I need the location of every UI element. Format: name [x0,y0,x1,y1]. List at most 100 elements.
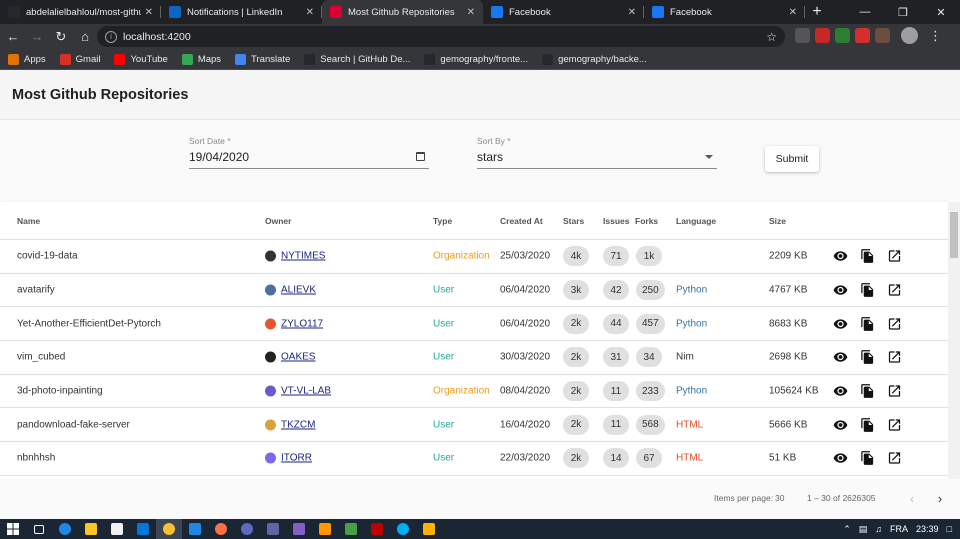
copy-icon[interactable] [859,349,876,366]
owner-link[interactable]: VT-VL-LAB [281,386,331,397]
bookmark-item[interactable]: YouTube [114,53,168,65]
tray-chevron-icon[interactable]: ⌃ [843,524,851,535]
open-external-icon[interactable] [886,450,903,467]
minimize-icon[interactable]: — [846,0,884,24]
open-external-icon[interactable] [886,349,903,366]
forward-icon[interactable]: → [26,26,48,48]
close-window-icon[interactable]: ✕ [922,0,960,24]
column-header-stars[interactable]: Stars [563,216,584,226]
open-external-icon[interactable] [886,383,903,400]
store-icon[interactable] [104,519,130,539]
extension-icon[interactable] [815,28,830,43]
new-tab-button[interactable]: + [805,0,829,24]
column-header-language[interactable]: Language [676,216,716,226]
view-icon[interactable] [832,315,849,332]
sort-date-input[interactable]: 19/04/2020 [189,150,429,164]
volume-icon[interactable]: ♫ [875,524,882,534]
back-icon[interactable]: ← [2,26,24,48]
extension-icon[interactable] [875,28,890,43]
bookmark-item[interactable]: Translate [235,53,290,65]
sort-date-field[interactable]: Sort Date * 19/04/2020 [189,136,429,169]
open-external-icon[interactable] [886,282,903,299]
copy-icon[interactable] [859,315,876,332]
sort-by-select[interactable]: Sort By * stars [477,136,717,169]
app-icon[interactable] [416,519,442,539]
open-external-icon[interactable] [886,315,903,332]
browser-tab[interactable]: Notifications | LinkedIn ✕ [161,0,322,24]
close-tab-icon[interactable]: ✕ [467,7,475,18]
open-external-icon[interactable] [886,416,903,433]
table-row[interactable]: avatarify ALIEVK User 06/04/2020 3k 42 250 Pyth… [0,274,948,308]
items-per-page-select[interactable]: 30 [775,493,784,503]
column-header-forks[interactable]: Forks [635,216,658,226]
bookmark-item[interactable]: Maps [181,53,221,65]
restore-icon[interactable]: ❐ [884,0,922,24]
browser-tab[interactable]: Facebook ✕ [483,0,644,24]
extension-icon[interactable] [855,28,870,43]
table-row[interactable]: covid-19-data NYTIMES Organization 25/03/20… [0,240,948,274]
repo-owner[interactable]: TKZCM [265,419,315,431]
repo-owner[interactable]: ZYLO117 [265,318,323,330]
repo-owner[interactable]: OAKES [265,351,315,363]
scrollbar-thumb[interactable] [950,212,958,258]
submit-button[interactable]: Submit [765,146,819,172]
repo-owner[interactable]: NYTIMES [265,250,325,262]
column-header-name[interactable]: Name [17,216,40,226]
profile-avatar[interactable] [901,27,918,44]
copy-icon[interactable] [859,416,876,433]
browser-tab[interactable]: abdelalielbahloul/most-githu ✕ [0,0,161,24]
bookmark-item[interactable]: Apps [8,53,46,65]
input-language[interactable]: FRA [890,524,908,534]
browser-tab[interactable]: Facebook ✕ [644,0,805,24]
copy-icon[interactable] [859,450,876,467]
home-icon[interactable]: ⌂ [74,26,96,48]
chrome-icon[interactable] [156,519,182,539]
windows-start-icon[interactable] [0,519,26,539]
bookmark-item[interactable]: Gmail [59,53,100,65]
view-icon[interactable] [832,383,849,400]
notifications-icon[interactable]: □ [947,524,952,534]
owner-link[interactable]: ALIEVK [281,285,316,296]
owner-link[interactable]: TKZCM [281,419,315,430]
view-icon[interactable] [832,248,849,265]
close-tab-icon[interactable]: ✕ [628,7,636,18]
column-header-size[interactable]: Size [769,216,786,226]
table-scrollbar[interactable] [948,202,960,479]
sort-by-value[interactable]: stars [477,150,717,164]
task-view-icon[interactable] [26,519,52,539]
chevron-down-icon[interactable] [705,155,713,159]
address-url[interactable]: localhost:4200 [123,31,766,43]
column-header-type[interactable]: Type [433,216,452,226]
browser-tab[interactable]: Most Github Repositories ✕ [322,0,483,24]
bookmark-item[interactable]: gemography/backe... [542,53,647,65]
bookmark-star-icon[interactable]: ☆ [766,30,777,44]
network-icon[interactable]: ▤ [859,524,868,535]
edge-icon[interactable] [52,519,78,539]
table-row[interactable]: pandownload-fake-server TKZCM User 16/04/20… [0,408,948,443]
browser-menu-icon[interactable]: ⋮ [929,28,942,44]
app-icon[interactable] [208,519,234,539]
bookmark-item[interactable]: Search | GitHub De... [304,53,410,65]
visual-studio-icon[interactable] [286,519,312,539]
clock[interactable]: 23:39 [916,524,939,534]
table-row[interactable]: 3d-photo-inpainting VT-VL-LAB Organization… [0,375,948,409]
extension-icon[interactable] [835,28,850,43]
view-icon[interactable] [832,349,849,366]
teams-icon[interactable] [260,519,286,539]
column-header-created[interactable]: Created At [500,216,543,226]
close-tab-icon[interactable]: ✕ [789,7,797,18]
owner-link[interactable]: ZYLO117 [281,318,323,329]
view-icon[interactable] [832,416,849,433]
close-tab-icon[interactable]: ✕ [145,7,153,18]
app-icon[interactable] [338,519,364,539]
mail-icon[interactable] [130,519,156,539]
table-row[interactable]: Yet-Another-EfficientDet-Pytorch ZYLO117 U… [0,307,948,342]
site-info-icon[interactable]: i [105,30,117,43]
repo-owner[interactable]: VT-VL-LAB [265,385,331,397]
app-icon[interactable] [234,519,260,539]
bookmark-item[interactable]: gemography/fronte... [424,53,528,65]
column-header-issues[interactable]: Issues [603,216,629,226]
column-header-owner[interactable]: Owner [265,216,291,226]
table-row[interactable]: vim_cubed OAKES User 30/03/2020 2k 31 34 Nim 269… [0,341,948,375]
copy-icon[interactable] [859,282,876,299]
